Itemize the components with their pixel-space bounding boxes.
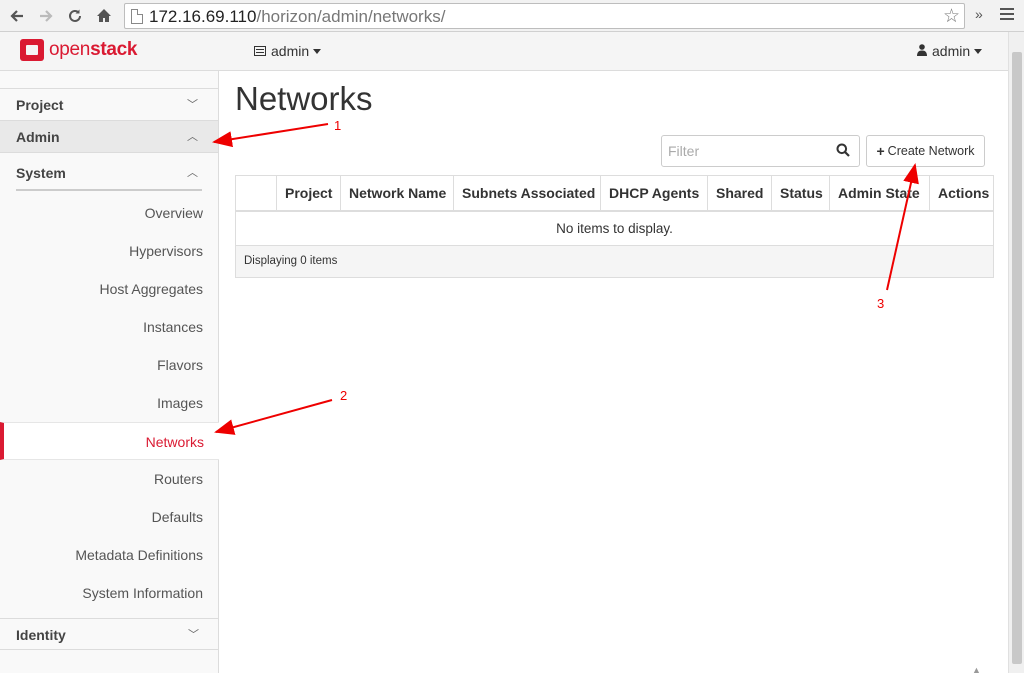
sidebar-item-flavors[interactable]: Flavors — [0, 346, 218, 384]
select-all-column[interactable] — [236, 176, 277, 210]
user-dropdown[interactable]: admin — [917, 43, 983, 59]
sidebar-dashboard-identity[interactable]: Identity ﹀ — [0, 618, 219, 650]
panel-group-label: System — [16, 165, 66, 181]
sidebar-dashboard-label: Project — [16, 97, 64, 113]
annotation-arrow-2 — [214, 399, 333, 435]
server-icon — [254, 43, 266, 59]
scroll-down-indicator: ▲ — [972, 665, 981, 675]
sidebar-panel-group-system[interactable]: System ︿ — [16, 153, 202, 191]
top-navbar: openstack admin admin — [0, 32, 1008, 71]
arrow-left-icon[interactable] — [6, 5, 28, 27]
filter-input[interactable] — [668, 143, 828, 159]
scrollbar-thumb[interactable] — [1012, 52, 1022, 664]
column-admin-state[interactable]: Admin State — [830, 176, 930, 210]
search-icon[interactable] — [836, 143, 852, 159]
column-status[interactable]: Status — [772, 176, 830, 210]
annotation-label-3: 3 — [877, 296, 885, 311]
address-bar[interactable]: 172.16.69.110/horizon/admin/networks/ ☆ — [124, 3, 965, 29]
column-actions: Actions — [938, 185, 990, 201]
sidebar-item-metadata-definitions[interactable]: Metadata Definitions — [0, 536, 218, 574]
home-icon[interactable] — [93, 5, 115, 27]
sidebar-item-instances[interactable]: Instances — [0, 308, 218, 346]
sidebar-item-networks[interactable]: Networks — [0, 422, 219, 460]
url-text[interactable]: 172.16.69.110/horizon/admin/networks/ — [149, 7, 445, 27]
column-dhcp-agents[interactable]: DHCP Agents — [601, 176, 708, 210]
networks-table: Project Network Name Subnets Associated … — [235, 175, 994, 278]
menu-icon[interactable] — [1000, 8, 1014, 23]
page-scrollbar[interactable] — [1008, 32, 1024, 673]
column-network-name[interactable]: Network Name — [341, 176, 454, 210]
arrow-right-icon[interactable] — [35, 5, 57, 27]
sidebar-dashboard-admin[interactable]: Admin ︿ — [0, 121, 218, 153]
caret-down-icon — [974, 48, 983, 54]
column-project[interactable]: Project — [277, 176, 341, 210]
sidebar-item-defaults[interactable]: Defaults — [0, 498, 218, 536]
sidebar-dashboard-label: Admin — [16, 129, 60, 145]
column-subnets-associated[interactable]: Subnets Associated — [454, 176, 601, 210]
column-shared[interactable]: Shared — [708, 176, 772, 210]
caret-down-icon — [313, 48, 322, 54]
project-dropdown[interactable]: admin — [254, 43, 322, 59]
user-icon — [917, 43, 927, 59]
table-footer: Displaying 0 items — [236, 246, 993, 277]
chevron-down-icon: ﹀ — [187, 99, 198, 111]
table-empty-message: No items to display. — [236, 212, 993, 246]
sidebar-item-hypervisors[interactable]: Hypervisors — [0, 232, 218, 270]
sidebar-dashboard-project[interactable]: Project ﹀ — [0, 89, 218, 121]
extensions-overflow-button[interactable]: » — [975, 6, 983, 22]
page-title: Networks — [235, 80, 373, 117]
filter-box — [661, 135, 860, 167]
annotation-label-2: 2 — [340, 388, 348, 403]
reload-icon[interactable] — [64, 5, 86, 27]
sidebar-item-routers[interactable]: Routers — [0, 460, 218, 498]
sidebar-item-host-aggregates[interactable]: Host Aggregates — [0, 270, 218, 308]
url-path: /horizon/admin/networks/ — [256, 7, 446, 26]
sidebar-item-images[interactable]: Images — [0, 384, 218, 422]
plus-icon: + — [876, 143, 885, 159]
sidebar-item-system-information[interactable]: System Information — [0, 574, 218, 612]
chevron-up-icon: ︿ — [187, 131, 198, 143]
openstack-logo[interactable]: openstack — [20, 39, 137, 61]
annotation-arrow-1 — [212, 123, 329, 148]
user-dropdown-label: admin — [932, 43, 971, 59]
star-icon[interactable]: ☆ — [943, 5, 960, 28]
annotation-label-1: 1 — [334, 118, 342, 133]
page-icon — [131, 9, 143, 24]
openstack-logo-icon — [20, 39, 44, 61]
logo-text: openstack — [49, 39, 138, 60]
table-header: Project Network Name Subnets Associated … — [236, 176, 993, 212]
url-host: 172.16.69.110 — [149, 7, 257, 26]
create-network-button[interactable]: + Create Network — [866, 135, 985, 167]
browser-toolbar: 172.16.69.110/horizon/admin/networks/ ☆ … — [0, 0, 1024, 32]
create-network-label: Create Network — [887, 144, 975, 158]
sidebar-dashboard-label: Identity — [16, 627, 66, 643]
sidebar: Project ﹀ Admin ︿ System ︿ Overview Hype… — [0, 71, 219, 673]
chevron-down-icon: ﹀ — [188, 629, 199, 641]
chevron-up-icon: ︿ — [187, 167, 198, 179]
sidebar-item-overview[interactable]: Overview — [0, 194, 218, 232]
project-dropdown-label: admin — [271, 43, 310, 59]
